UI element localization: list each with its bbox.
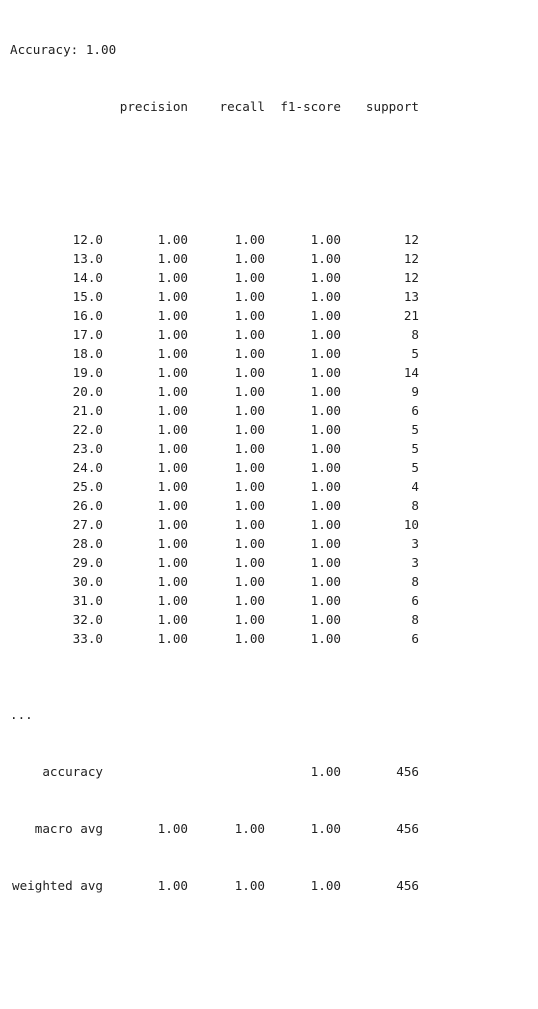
row-support: 6 xyxy=(411,403,419,418)
summary-macro-avg-row: macro avg 1.00 1.00 1.00 456 xyxy=(10,819,530,838)
accuracy-line: Accuracy: 1.00 xyxy=(10,40,530,59)
summary-weighted-avg-row: weighted avg 1.00 1.00 1.00 456 xyxy=(10,876,530,895)
table-row: 22.0 1.00 1.00 1.00 5 xyxy=(10,420,530,439)
table-row: 28.0 1.00 1.00 1.00 3 xyxy=(10,534,530,553)
table-row: 25.0 1.00 1.00 1.00 4 xyxy=(10,477,530,496)
summary-support: 456 xyxy=(396,764,419,779)
notebook-output: Accuracy: 1.00 precision recall f1-score… xyxy=(10,2,530,914)
table-row: 20.0 1.00 1.00 1.00 9 xyxy=(10,382,530,401)
row-support: 6 xyxy=(411,631,419,646)
table-row: 27.0 1.00 1.00 1.00 10 xyxy=(10,515,530,534)
ellipsis-text: ... xyxy=(10,707,33,722)
row-support: 12 xyxy=(403,232,419,247)
table-row: 17.0 1.00 1.00 1.00 8 xyxy=(10,325,530,344)
row-support: 12 xyxy=(403,270,419,285)
header-support: support xyxy=(365,99,419,114)
row-support: 14 xyxy=(403,365,419,380)
row-support: 13 xyxy=(403,289,419,304)
table-row: 32.0 1.00 1.00 1.00 8 xyxy=(10,610,530,629)
table-row: 31.0 1.00 1.00 1.00 6 xyxy=(10,591,530,610)
row-support: 5 xyxy=(411,441,419,456)
report-header: precision recall f1-score support xyxy=(10,97,530,116)
table-row: 18.0 1.00 1.00 1.00 5 xyxy=(10,344,530,363)
accuracy-text: Accuracy: 1.00 xyxy=(10,42,117,57)
table-row: 30.0 1.00 1.00 1.00 8 xyxy=(10,572,530,591)
row-support: 5 xyxy=(411,422,419,437)
report-rows: 12.0 1.00 1.00 1.00 12 13.0 1.00 1.00 1.00 12 14.0… xyxy=(10,230,530,648)
row-support: 10 xyxy=(403,517,419,532)
table-row: 12.0 1.00 1.00 1.00 12 xyxy=(10,230,530,249)
table-row: 23.0 1.00 1.00 1.00 5 xyxy=(10,439,530,458)
table-row: 26.0 1.00 1.00 1.00 8 xyxy=(10,496,530,515)
table-row: 21.0 1.00 1.00 1.00 6 xyxy=(10,401,530,420)
summary-accuracy-row: accuracy 1.00 456 xyxy=(10,762,530,781)
row-support: 6 xyxy=(411,593,419,608)
ellipsis-line: ... xyxy=(10,705,530,724)
table-row: 16.0 1.00 1.00 1.00 21 xyxy=(10,306,530,325)
row-support: 8 xyxy=(411,612,419,627)
row-support: 8 xyxy=(411,574,419,589)
table-row: 14.0 1.00 1.00 1.00 12 xyxy=(10,268,530,287)
table-row: 13.0 1.00 1.00 1.00 12 xyxy=(10,249,530,268)
summary-support: 456 xyxy=(396,878,419,893)
row-support: 5 xyxy=(411,346,419,361)
row-support: 12 xyxy=(403,251,419,266)
table-row: 15.0 1.00 1.00 1.00 13 xyxy=(10,287,530,306)
table-row: 33.0 1.00 1.00 1.00 6 xyxy=(10,629,530,648)
summary-support: 456 xyxy=(396,821,419,836)
row-support: 9 xyxy=(411,384,419,399)
table-row: 24.0 1.00 1.00 1.00 5 xyxy=(10,458,530,477)
row-support: 21 xyxy=(403,308,419,323)
row-support: 8 xyxy=(411,498,419,513)
row-support: 3 xyxy=(411,536,419,551)
row-support: 8 xyxy=(411,327,419,342)
row-support: 4 xyxy=(411,479,419,494)
table-row: 19.0 1.00 1.00 1.00 14 xyxy=(10,363,530,382)
row-support: 5 xyxy=(411,460,419,475)
